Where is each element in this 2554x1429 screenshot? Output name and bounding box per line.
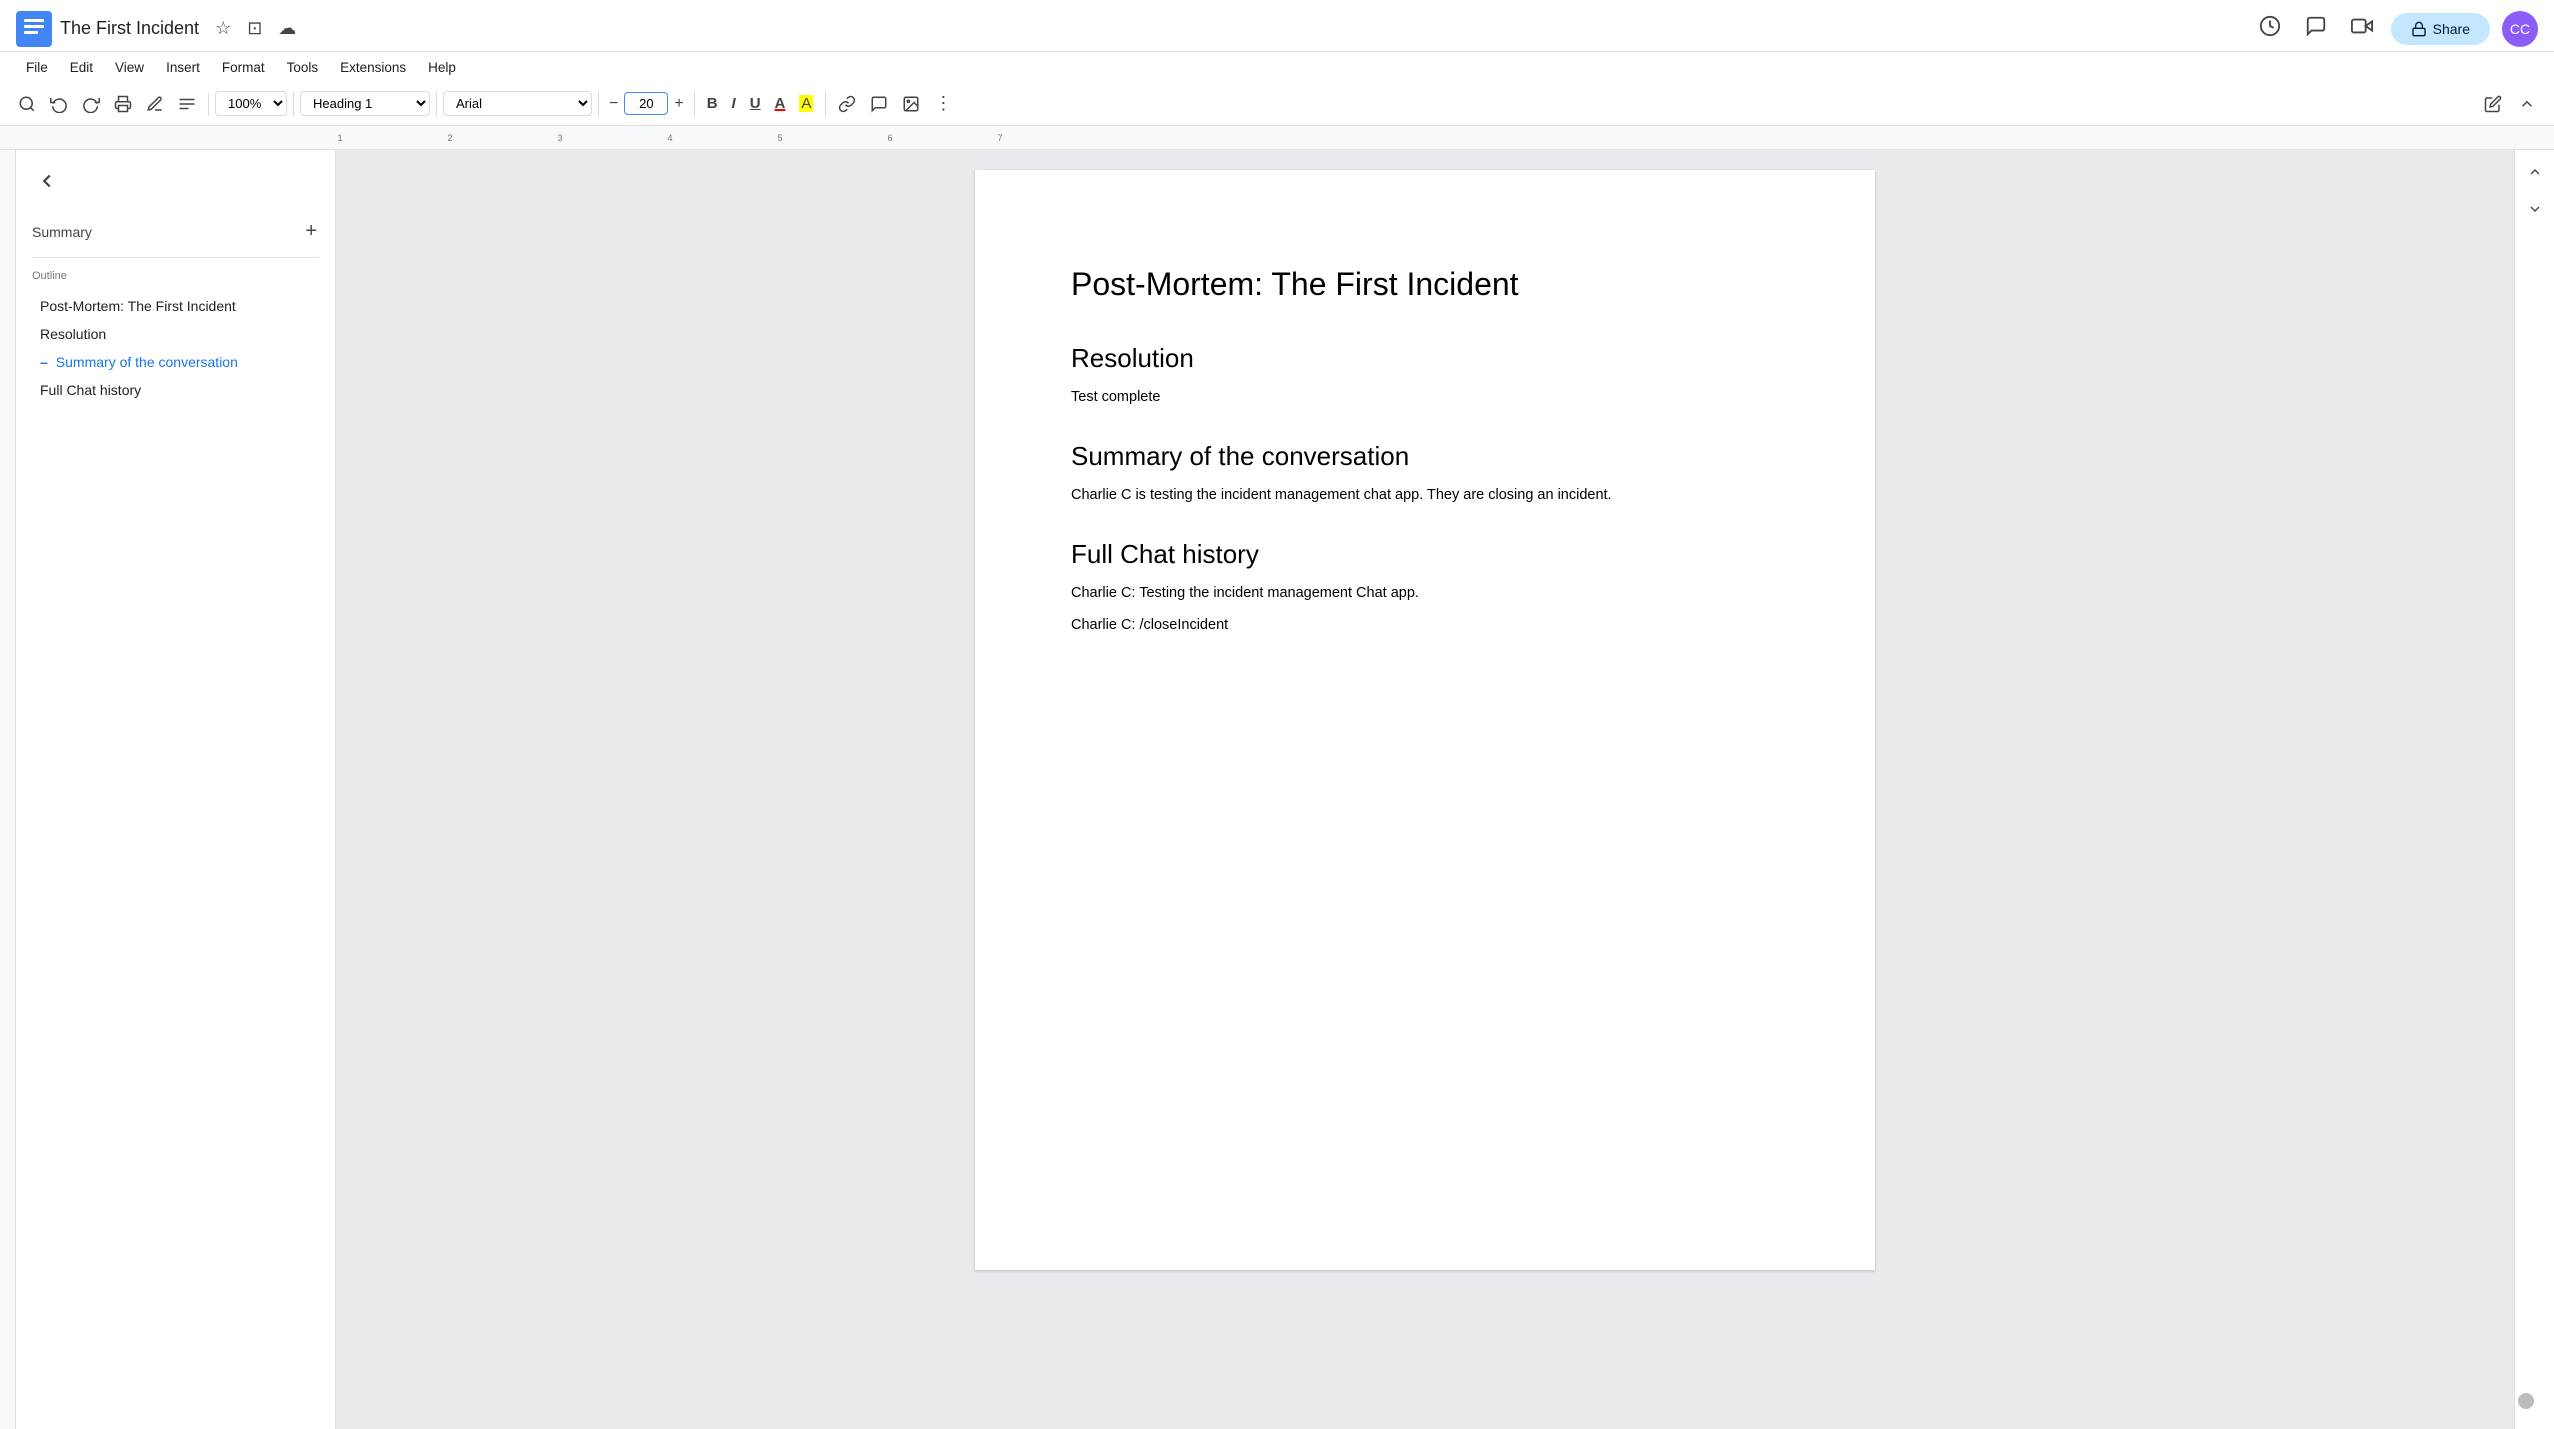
image-button[interactable] (896, 90, 926, 118)
sidebar-back-button[interactable] (32, 166, 62, 202)
outline-label: Outline (32, 270, 319, 282)
collapse-toolbar-button[interactable] (2512, 90, 2542, 118)
right-panel-scroll-top[interactable] (2521, 158, 2549, 191)
sidebar: Summary + Outline Post-Mortem: The First… (16, 150, 336, 1429)
decrease-font-size-button[interactable]: − (605, 91, 622, 117)
ruler-mark-7: 7 (997, 133, 1002, 143)
user-avatar[interactable]: CC (2502, 11, 2538, 47)
sidebar-divider (32, 257, 319, 258)
document-main-title: Post-Mortem: The First Incident (1071, 266, 1779, 303)
title-bar: The First Incident ☆ ⊡ ☁ (0, 0, 2554, 52)
toolbar-divider-6 (825, 92, 826, 116)
menu-view[interactable]: View (105, 56, 154, 79)
star-button[interactable]: ☆ (211, 14, 235, 43)
section-para-2-0: Charlie C: Testing the incident manageme… (1071, 582, 1779, 605)
menu-format[interactable]: Format (212, 56, 275, 79)
left-ruler (0, 150, 16, 1429)
history-button[interactable] (2253, 9, 2287, 49)
scroll-indicator[interactable] (2518, 1393, 2534, 1409)
menu-bar: File Edit View Insert Format Tools Exten… (0, 52, 2554, 82)
title-bar-left: The First Incident ☆ ⊡ ☁ (16, 11, 300, 47)
outline-item-3[interactable]: Full Chat history (32, 378, 319, 402)
menu-edit[interactable]: Edit (60, 56, 103, 79)
ruler-inner: 1 2 3 4 5 6 7 (340, 126, 2554, 149)
section-para-1-0: Charlie C is testing the incident manage… (1071, 484, 1779, 507)
section-para-2-1: Charlie C: /closeIncident (1071, 614, 1779, 637)
cloud-button[interactable]: ☁ (274, 14, 300, 43)
toolbar: 100% 75% 125% 150% 200% Heading 1 Normal… (0, 82, 2554, 126)
add-summary-button[interactable]: + (303, 218, 319, 245)
menu-help[interactable]: Help (418, 56, 466, 79)
right-panel (2514, 150, 2554, 1429)
section-para-0-0: Test complete (1071, 386, 1779, 409)
edit-mode-button[interactable] (2478, 90, 2508, 118)
ruler-mark-3: 3 (557, 133, 562, 143)
outline-item-0[interactable]: Post-Mortem: The First Incident (32, 294, 319, 318)
folder-button[interactable]: ⊡ (243, 14, 266, 43)
main-area: Summary + Outline Post-Mortem: The First… (0, 150, 2554, 1429)
title-action-icons: ☆ ⊡ ☁ (211, 14, 300, 43)
outline-item-2[interactable]: Summary of the conversation (32, 350, 319, 374)
docs-logo (16, 11, 52, 47)
document-title: The First Incident (60, 18, 199, 39)
avatar-initials: CC (2510, 21, 2530, 37)
summary-label: Summary (32, 224, 92, 240)
more-options-button[interactable]: ⋮ (928, 88, 958, 119)
text-color-button[interactable]: A (769, 90, 792, 117)
link-button[interactable] (832, 90, 862, 118)
comments-button[interactable] (2299, 9, 2333, 49)
search-button[interactable] (12, 90, 42, 118)
style-selector[interactable]: Heading 1 Normal text Heading 2 Heading … (300, 91, 430, 116)
highlight-button[interactable]: A (793, 90, 819, 117)
menu-insert[interactable]: Insert (156, 56, 210, 79)
print-button[interactable] (108, 90, 138, 118)
video-call-button[interactable] (2345, 9, 2379, 49)
title-bar-right: Share CC (2253, 9, 2538, 49)
share-label: Share (2433, 21, 2470, 37)
toolbar-divider-3 (436, 92, 437, 116)
ruler-mark-5: 5 (777, 133, 782, 143)
toolbar-divider-1 (208, 92, 209, 116)
bold-button[interactable]: B (701, 90, 724, 117)
ruler-mark-2: 2 (447, 133, 452, 143)
menu-extensions[interactable]: Extensions (330, 56, 416, 79)
right-panel-scroll-bottom[interactable] (2521, 195, 2549, 228)
ruler: 1 2 3 4 5 6 7 (0, 126, 2554, 150)
toolbar-right (2478, 90, 2542, 118)
paint-format-button[interactable] (172, 90, 202, 118)
document-page: Post-Mortem: The First Incident Resoluti… (975, 170, 1875, 1270)
comment-button[interactable] (864, 90, 894, 118)
font-selector[interactable]: Arial Times New Roman Courier New (443, 91, 592, 116)
font-size-input[interactable] (624, 92, 668, 115)
toolbar-divider-5 (694, 92, 695, 116)
section-heading-0: Resolution (1071, 343, 1779, 374)
underline-button[interactable]: U (744, 90, 767, 117)
ruler-mark-1: 1 (337, 133, 342, 143)
spellcheck-button[interactable] (140, 90, 170, 118)
toolbar-divider-4 (598, 92, 599, 116)
section-heading-1: Summary of the conversation (1071, 441, 1779, 472)
ruler-mark-4: 4 (667, 133, 672, 143)
document-area[interactable]: Post-Mortem: The First Incident Resoluti… (336, 150, 2514, 1429)
redo-button[interactable] (76, 90, 106, 118)
share-button[interactable]: Share (2391, 13, 2490, 45)
increase-font-size-button[interactable]: + (670, 91, 687, 117)
outline-item-1[interactable]: Resolution (32, 322, 319, 346)
menu-file[interactable]: File (16, 56, 58, 79)
section-heading-2: Full Chat history (1071, 539, 1779, 570)
menu-tools[interactable]: Tools (277, 56, 329, 79)
undo-button[interactable] (44, 90, 74, 118)
zoom-selector[interactable]: 100% 75% 125% 150% 200% (215, 91, 287, 116)
italic-button[interactable]: I (726, 90, 742, 117)
ruler-mark-6: 6 (887, 133, 892, 143)
summary-section-header: Summary + (32, 218, 319, 245)
toolbar-divider-2 (293, 92, 294, 116)
